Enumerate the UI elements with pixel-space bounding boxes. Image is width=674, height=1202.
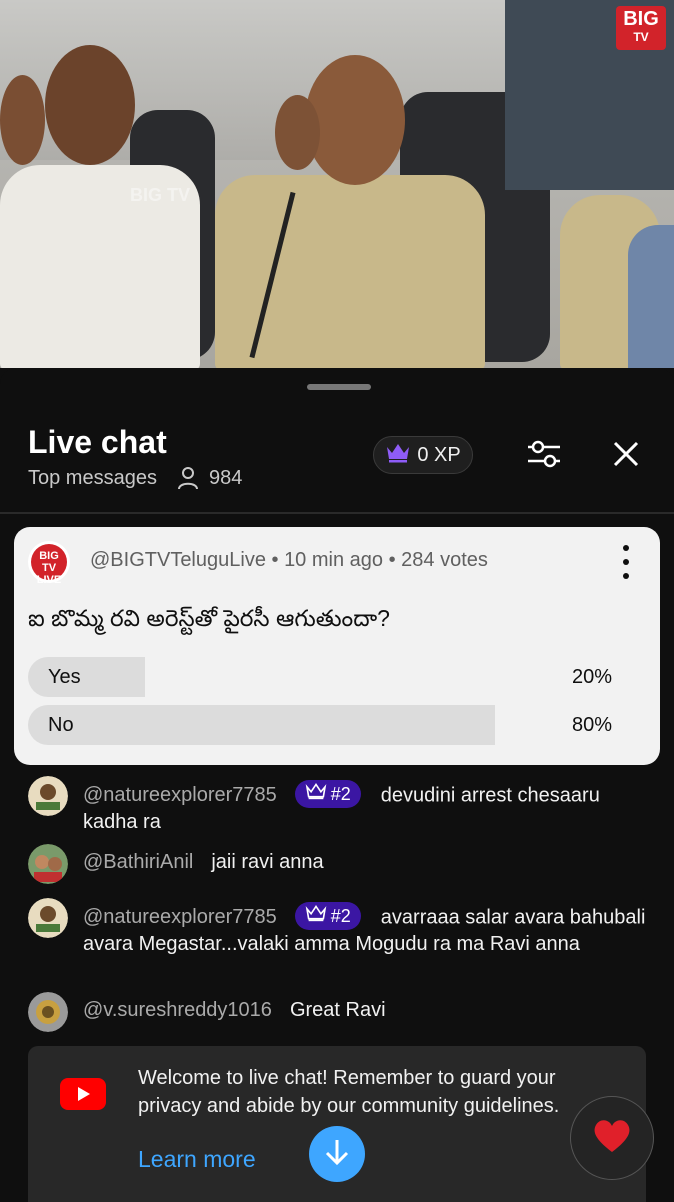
- person-head: [45, 45, 135, 165]
- youtube-icon: [60, 1078, 106, 1110]
- chat-title: Live chat: [28, 424, 167, 460]
- avatar[interactable]: [28, 992, 68, 1032]
- badge-rank: #2: [330, 783, 351, 804]
- chat-message-text: @BathiriAnil jaii ravi anna: [83, 850, 648, 875]
- video-watermark: BIG TV: [130, 185, 191, 205]
- avatar[interactable]: [28, 898, 68, 938]
- poll-option-percent: 20%: [571, 666, 612, 688]
- poll-option-label: Yes: [48, 666, 81, 688]
- reaction-button[interactable]: [570, 1096, 654, 1180]
- chat-message-body: jaii ravi anna: [211, 851, 324, 873]
- channel-avatar-logo: BIG TV LIVE: [31, 544, 67, 586]
- close-button[interactable]: [606, 436, 646, 476]
- live-chat-panel: Live chat Top messages 984 0 XP BIG TV L…: [0, 368, 674, 1202]
- arrow-down-icon: [322, 1137, 352, 1172]
- poll-author[interactable]: @BIGTVTeluguLive: [90, 549, 266, 571]
- chat-mode-label[interactable]: Top messages: [28, 467, 157, 490]
- poll-option-label: No: [48, 714, 74, 736]
- chat-message[interactable]: @natureexplorer7785 #2 avarraaa salar avar…: [28, 898, 648, 982]
- avatar[interactable]: [28, 776, 68, 816]
- channel-logo: BIG TV: [616, 6, 666, 50]
- poll-option-yes[interactable]: Yes 20%: [28, 657, 612, 697]
- welcome-text: Welcome to live chat! Remember to guard …: [138, 1067, 560, 1117]
- poll-meta: @BIGTVTeluguLive • 10 min ago • 284 vote…: [90, 549, 488, 572]
- chat-author[interactable]: @natureexplorer7785: [83, 784, 277, 806]
- poll-option-no[interactable]: No 80%: [28, 705, 612, 745]
- chat-message-text: @natureexplorer7785 #2 avarraaa salar avar…: [83, 902, 648, 957]
- filter-button[interactable]: [522, 436, 566, 476]
- poll-option-bar: [28, 657, 145, 697]
- channel-avatar[interactable]: BIG TV LIVE: [28, 541, 70, 586]
- chat-author[interactable]: @v.sureshreddy1016: [83, 999, 272, 1021]
- poll-question: ఐ బొమ్మ రవి అరెస్ట్‌తో పైరసీ ఆగుతుందా?: [28, 605, 390, 631]
- more-options-icon[interactable]: [614, 545, 638, 579]
- learn-more-link[interactable]: Learn more: [138, 1146, 256, 1173]
- drag-handle[interactable]: [307, 384, 371, 390]
- chat-author[interactable]: @BathiriAnil: [83, 851, 193, 873]
- chat-message[interactable]: @BathiriAnil jaii ravi anna: [28, 844, 648, 888]
- person-icon: [177, 466, 199, 490]
- xp-button[interactable]: 0 XP: [373, 436, 473, 474]
- person: [628, 225, 674, 368]
- avatar[interactable]: [28, 844, 68, 884]
- member-badge: #2: [294, 780, 361, 808]
- close-icon: [612, 440, 640, 473]
- crown-icon: [305, 782, 327, 807]
- xp-label: 0 XP: [417, 443, 461, 466]
- scroll-to-bottom-button[interactable]: [309, 1126, 365, 1182]
- separator-dot: •: [271, 549, 285, 571]
- person-head: [305, 55, 405, 185]
- channel-logo-subtext: TV: [633, 30, 649, 44]
- poll-option-percent: 80%: [571, 714, 612, 736]
- heart-icon: [592, 1118, 632, 1159]
- chat-subtitle: Top messages 984: [28, 466, 242, 490]
- person-head: [0, 75, 45, 165]
- poll-option-bar: [28, 705, 496, 745]
- header-divider: [0, 512, 674, 514]
- chat-message-text: @v.sureshreddy1016 Great Ravi: [83, 998, 648, 1023]
- chat-message[interactable]: @v.sureshreddy1016 Great Ravi: [28, 992, 648, 1036]
- separator-dot: •: [388, 549, 402, 571]
- badge-rank: #2: [330, 905, 351, 926]
- crown-icon: [385, 441, 411, 469]
- channel-logo-text: BIG: [623, 8, 659, 30]
- member-badge: #2: [294, 902, 361, 930]
- poll-card: BIG TV LIVE @BIGTVTeluguLive • 10 min ag…: [14, 527, 660, 765]
- viewer-count: 984: [208, 466, 243, 489]
- sliders-icon: [526, 438, 562, 475]
- poll-votes: 284 votes: [401, 549, 488, 571]
- chat-message[interactable]: @natureexplorer7785 #2 devudini arrest che…: [28, 776, 648, 836]
- chat-message-body: Great Ravi: [289, 999, 386, 1021]
- chat-message-text: @natureexplorer7785 #2 devudini arrest che…: [83, 780, 648, 835]
- person-head: [275, 95, 320, 170]
- poll-time: 10 min ago: [284, 549, 384, 571]
- crown-icon: [305, 904, 327, 929]
- chat-author[interactable]: @natureexplorer7785: [83, 906, 277, 928]
- video-player[interactable]: BIG TV BIG TV: [0, 0, 674, 368]
